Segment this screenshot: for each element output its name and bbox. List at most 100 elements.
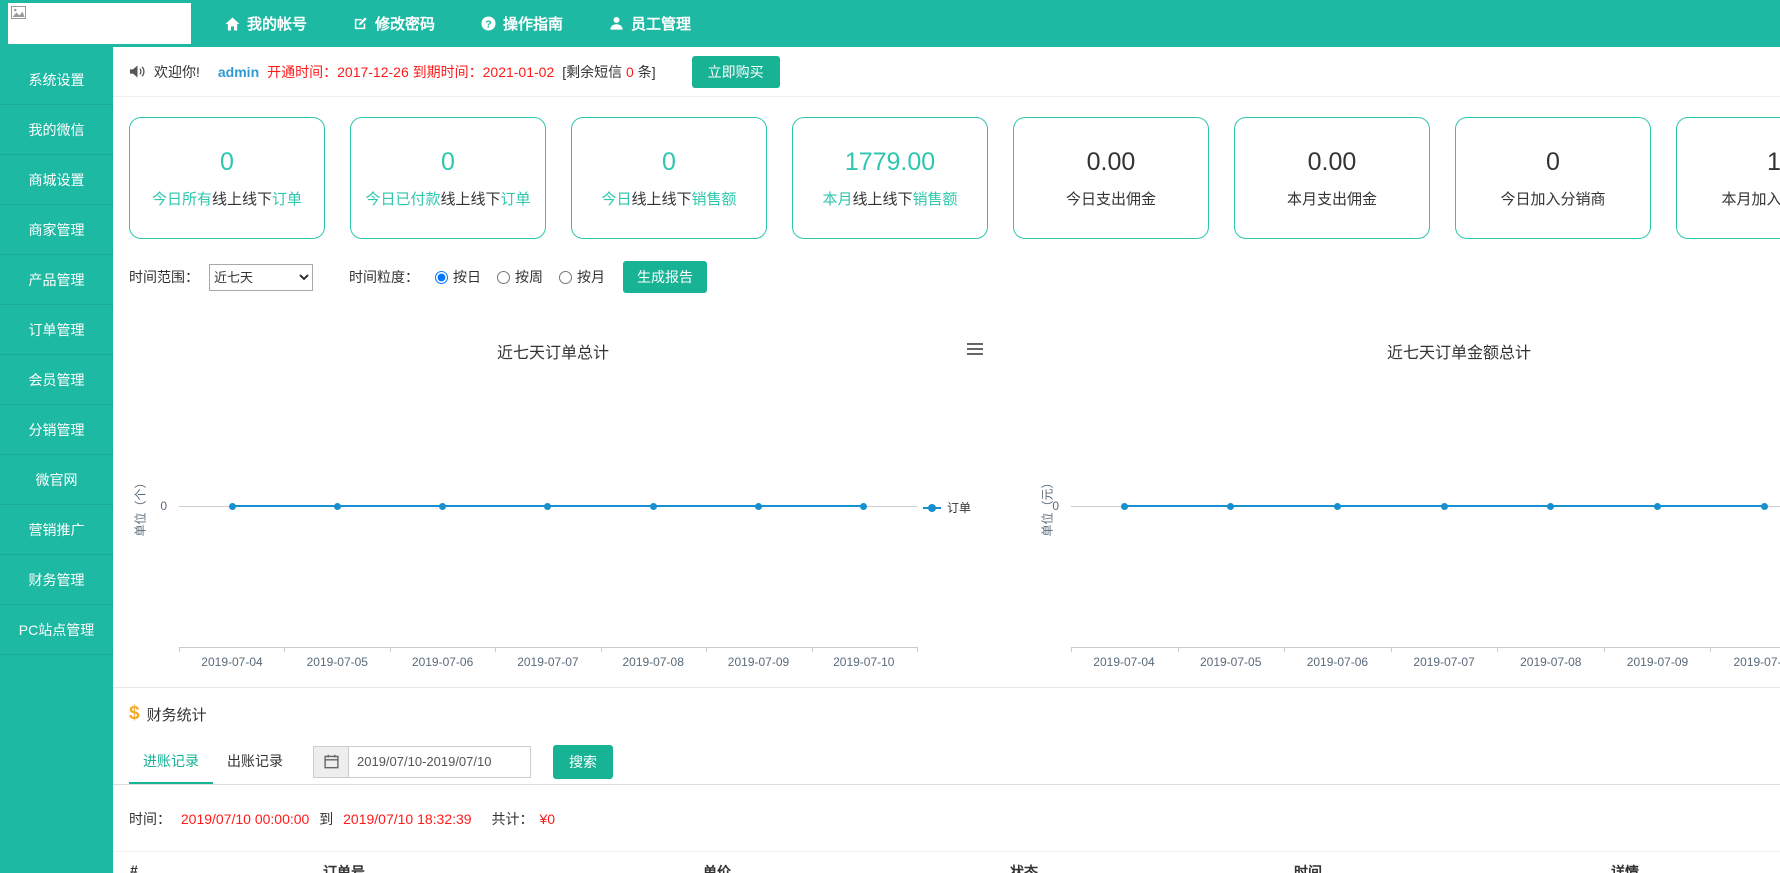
x-axis-tick: [1071, 647, 1072, 652]
stat-card-label-part: 今日加入分销商: [1500, 191, 1605, 208]
sidebar-item[interactable]: PC站点管理: [0, 605, 113, 655]
granularity-radio[interactable]: [559, 271, 572, 284]
x-axis-label: 2019-07-10: [1714, 655, 1780, 669]
granularity-option-label: 按周: [515, 267, 543, 287]
sidebar-item[interactable]: 微官网: [0, 455, 113, 505]
legend-marker: [923, 507, 941, 509]
chart-menu-icon[interactable]: [967, 343, 983, 358]
nav-item-guide[interactable]: ?操作指南: [481, 13, 563, 34]
section-divider: [113, 687, 1780, 688]
calendar-icon[interactable]: [313, 746, 349, 778]
x-axis-label: 2019-07-06: [1287, 655, 1387, 669]
volume-icon: [129, 64, 146, 79]
nav-item-staff[interactable]: 员工管理: [609, 13, 691, 34]
nav-item-password[interactable]: 修改密码: [353, 13, 435, 34]
sidebar-item[interactable]: 系统设置: [0, 55, 113, 105]
nav-item-account[interactable]: 我的帐号: [225, 13, 307, 34]
stat-card-label-part: 今日: [601, 191, 631, 208]
username: admin: [218, 64, 259, 80]
data-point: [1121, 503, 1128, 510]
x-axis-tick: [1710, 647, 1711, 652]
legend-label: 订单: [947, 499, 971, 516]
date-range-group: [313, 746, 531, 778]
data-point: [229, 503, 236, 510]
data-point: [1761, 503, 1768, 510]
stat-card-value: 1779.00: [845, 148, 935, 177]
stat-card-label-part: 销售额: [692, 191, 737, 208]
table-header-cell: #: [130, 862, 138, 873]
stat-card-label-part: 销售额: [913, 191, 958, 208]
chart-legend[interactable]: 订单: [923, 499, 971, 516]
stat-card-label-part: 订单: [272, 191, 302, 208]
table-header-cell: 单价: [703, 862, 731, 873]
data-point: [544, 503, 551, 510]
x-axis-tick: [1604, 647, 1605, 652]
search-button[interactable]: 搜索: [553, 745, 613, 779]
chart-title: 近七天订单总计: [115, 297, 991, 363]
sidebar-item[interactable]: 我的微信: [0, 105, 113, 155]
sidebar: 系统设置我的微信商城设置商家管理产品管理订单管理会员管理分销管理微官网营销推广财…: [0, 47, 113, 873]
home-icon: [225, 17, 240, 31]
stat-card-label-part: 今日支出佣金: [1066, 191, 1156, 208]
granularity-radio[interactable]: [497, 271, 510, 284]
generate-report-button[interactable]: 生成报告: [623, 261, 707, 293]
stat-card-value: 0: [662, 148, 676, 177]
date-range-input[interactable]: [349, 746, 531, 778]
time-range-select[interactable]: 近七天: [209, 264, 313, 291]
time-summary: 时间： 2019/07/10 00:00:00 到 2019/07/10 18:…: [129, 809, 561, 829]
table-header-cell: 订单号: [323, 862, 365, 873]
total-label: 共计：: [492, 811, 534, 827]
x-axis-label: 2019-07-08: [1501, 655, 1601, 669]
nav-item-label: 修改密码: [375, 13, 435, 34]
x-axis-label: 2019-07-05: [1181, 655, 1281, 669]
stat-card-label: 本月支出佣金: [1287, 188, 1377, 209]
sidebar-item[interactable]: 产品管理: [0, 255, 113, 305]
buy-now-button[interactable]: 立即购买: [692, 56, 780, 88]
sidebar-item[interactable]: 订单管理: [0, 305, 113, 355]
sidebar-item[interactable]: 商家管理: [0, 205, 113, 255]
finance-tab[interactable]: 出账记录: [213, 739, 297, 784]
logo: [8, 3, 191, 44]
stat-card-value: 0: [441, 148, 455, 177]
stat-card-value: 0.00: [1308, 148, 1357, 177]
finance-tab[interactable]: 进账记录: [129, 739, 213, 784]
x-axis-label: 2019-07-09: [1608, 655, 1708, 669]
stat-card-label: 今日已付款线上线下订单: [365, 188, 530, 209]
stat-card-label: 本月加入分销商: [1721, 188, 1780, 209]
x-axis-tick: [706, 647, 707, 652]
x-axis-tick: [917, 647, 918, 652]
stat-card-label: 今日支出佣金: [1066, 188, 1156, 209]
granularity-radio[interactable]: [435, 271, 448, 284]
top-header: 我的帐号 修改密码 ?操作指南 员工管理: [0, 0, 1780, 47]
time-end: 2019/07/10 18:32:39: [343, 811, 471, 827]
stat-card: 0 今日已付款线上线下订单: [350, 117, 546, 239]
stat-card: 0今日所有线上线下订单: [129, 117, 325, 239]
stat-card-value: 0: [1546, 148, 1560, 177]
finance-title-text: 财务统计: [147, 704, 207, 725]
x-axis-label: 2019-07-05: [287, 655, 387, 669]
sms-suffix: 条]: [634, 64, 656, 80]
stat-card: 0.00今日支出佣金: [1013, 117, 1209, 239]
x-axis-label: 2019-07-07: [498, 655, 598, 669]
granularity-option[interactable]: 按日: [435, 267, 481, 287]
x-axis-label: 2019-07-09: [709, 655, 809, 669]
x-axis-tick: [1178, 647, 1179, 652]
sidebar-item[interactable]: 商城设置: [0, 155, 113, 205]
stat-card: 1779.00本月线上线下销售额: [792, 117, 988, 239]
sidebar-item[interactable]: 会员管理: [0, 355, 113, 405]
granularity-option[interactable]: 按周: [497, 267, 543, 287]
stat-card: 0 今日线上线下销售额: [571, 117, 767, 239]
data-point: [1441, 503, 1448, 510]
welcome-bar: 欢迎你! admin 开通时间：2017-12-26 到期时间：2021-01-…: [113, 47, 1780, 97]
x-axis-tick: [284, 647, 285, 652]
stat-card-label: 今日线上线下销售额: [601, 188, 736, 209]
data-point: [755, 503, 762, 510]
sidebar-item[interactable]: 分销管理: [0, 405, 113, 455]
stat-card-label-part: 线上线下: [852, 191, 912, 208]
nav-item-label: 我的帐号: [247, 13, 307, 34]
sidebar-item[interactable]: 营销推广: [0, 505, 113, 555]
granularity-option[interactable]: 按月: [559, 267, 605, 287]
sidebar-item[interactable]: 财务管理: [0, 555, 113, 605]
stat-card-label-part: 今日已付款: [365, 191, 440, 208]
y-axis-tick-label: 0: [147, 499, 167, 513]
